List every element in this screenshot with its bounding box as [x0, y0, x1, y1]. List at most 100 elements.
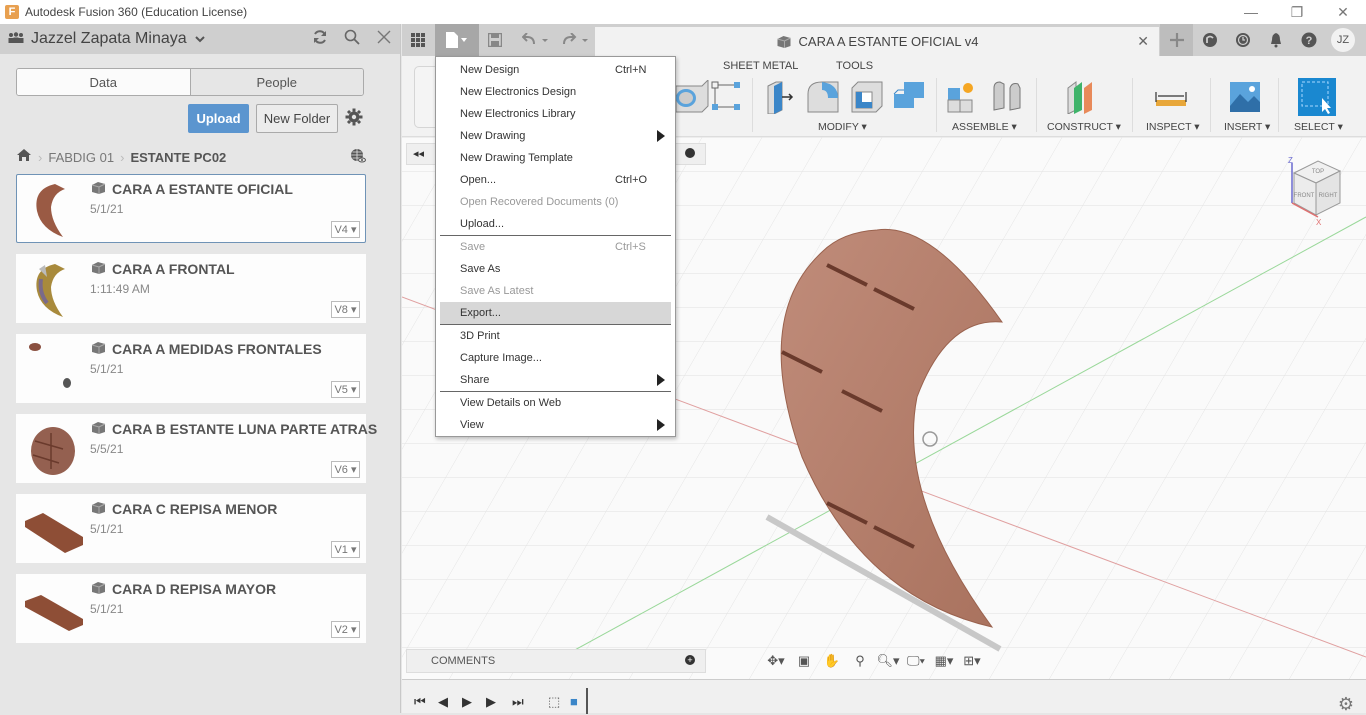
inspect-group-label[interactable]: INSPECT ▾: [1146, 121, 1200, 133]
go-to-end-icon[interactable]: ⏭: [512, 694, 524, 710]
press-pull-icon[interactable]: [764, 80, 798, 114]
add-comment-icon[interactable]: +: [685, 655, 695, 665]
hole-tool-icon[interactable]: [676, 80, 710, 114]
version-dropdown[interactable]: V1 ▾: [331, 541, 360, 558]
fit-icon[interactable]: 🔍︎▾: [876, 653, 900, 669]
comments-panel[interactable]: COMMENTS +: [406, 649, 706, 673]
menu-item-new-drawing-template[interactable]: New Drawing Template: [436, 147, 675, 169]
minimize-button[interactable]: —: [1228, 0, 1274, 24]
joint-icon[interactable]: [990, 80, 1024, 114]
shell-icon[interactable]: [850, 80, 884, 114]
new-component-icon[interactable]: [946, 80, 980, 114]
notifications-bell-icon[interactable]: [1259, 24, 1292, 56]
menu-item-view[interactable]: View: [436, 414, 675, 436]
file-card[interactable]: CARA A ESTANTE OFICIAL 5/1/21 V4 ▾: [16, 174, 366, 243]
chevron-down-icon[interactable]: [194, 32, 205, 46]
menu-item-3d-print[interactable]: 3D Print: [436, 325, 675, 347]
display-settings-icon[interactable]: 🖵▾: [904, 653, 928, 669]
offset-plane-icon[interactable]: [1064, 80, 1098, 114]
file-menu-button[interactable]: [435, 24, 479, 56]
menu-item-export[interactable]: Export...: [440, 302, 671, 324]
tab-people[interactable]: People: [190, 69, 363, 95]
version-dropdown[interactable]: V4 ▾: [331, 221, 360, 238]
collapse-arrows-icon[interactable]: ◂◂: [413, 147, 424, 160]
viewcube-front-label[interactable]: FRONT: [1294, 193, 1315, 199]
job-status-clock-icon[interactable]: [1226, 24, 1259, 56]
step-forward-icon[interactable]: ▶: [486, 694, 496, 710]
refresh-icon[interactable]: [310, 29, 330, 50]
look-at-icon[interactable]: ▣: [792, 653, 816, 669]
save-icon[interactable]: [484, 24, 506, 56]
version-dropdown[interactable]: V5 ▾: [331, 381, 360, 398]
insert-image-icon[interactable]: [1228, 80, 1262, 114]
new-folder-button[interactable]: New Folder: [256, 104, 338, 133]
zoom-icon[interactable]: ⚲: [848, 653, 872, 669]
file-card[interactable]: CARA D REPISA MAYOR 5/1/21 V2 ▾: [16, 574, 366, 643]
construct-group-label[interactable]: CONSTRUCT ▾: [1047, 121, 1121, 133]
timeline-extrude-icon[interactable]: ■: [570, 694, 578, 709]
menu-item-new-design[interactable]: New Design Ctrl+N: [436, 59, 675, 81]
undo-icon[interactable]: [520, 24, 552, 56]
help-icon[interactable]: ?: [1292, 24, 1325, 56]
assemble-group-label[interactable]: ASSEMBLE ▾: [952, 121, 1017, 133]
select-tool-icon[interactable]: [1298, 78, 1336, 116]
data-panel-grid-icon[interactable]: [402, 24, 434, 56]
upload-button[interactable]: Upload: [188, 104, 249, 133]
timeline-settings-gear-icon[interactable]: ⚙: [1338, 694, 1354, 715]
fillet-icon[interactable]: [806, 80, 840, 114]
modify-group-label[interactable]: MODIFY ▾: [818, 121, 867, 133]
play-icon[interactable]: ▶: [462, 694, 472, 710]
menu-item-new-electronics-library[interactable]: New Electronics Library: [436, 103, 675, 125]
globe-view-icon[interactable]: [350, 148, 366, 168]
minus-circle-icon[interactable]: [685, 148, 695, 158]
menu-item-save-as[interactable]: Save As: [436, 258, 675, 280]
timeline-marker[interactable]: [586, 688, 588, 714]
home-icon[interactable]: [16, 148, 32, 166]
breadcrumb-item-project[interactable]: FABDIG 01: [48, 150, 114, 165]
new-tab-plus-icon[interactable]: [1160, 24, 1193, 56]
file-card[interactable]: CARA C REPISA MENOR 5/1/21 V1 ▾: [16, 494, 366, 563]
menu-item-upload[interactable]: Upload...: [436, 213, 675, 235]
step-back-icon[interactable]: ◀: [438, 694, 448, 710]
menu-item-view-details-web[interactable]: View Details on Web: [436, 392, 675, 414]
document-tab[interactable]: CARA A ESTANTE OFICIAL v4 ✕: [595, 27, 1159, 56]
tab-sheet-metal[interactable]: SHEET METAL: [723, 60, 798, 72]
combine-icon[interactable]: [892, 80, 926, 114]
menu-item-new-drawing[interactable]: New Drawing: [436, 125, 675, 147]
menu-item-new-electronics-design[interactable]: New Electronics Design: [436, 81, 675, 103]
viewcube-right-label[interactable]: RIGHT: [1319, 193, 1338, 199]
settings-gear-icon[interactable]: [344, 108, 364, 128]
sketch-constraints-icon[interactable]: [710, 80, 744, 114]
insert-group-label[interactable]: INSERT ▾: [1224, 121, 1270, 133]
user-avatar[interactable]: JZ: [1331, 28, 1355, 52]
tab-data[interactable]: Data: [17, 69, 191, 95]
close-tab-icon[interactable]: ✕: [1137, 33, 1149, 50]
restore-button[interactable]: ❐: [1274, 0, 1320, 24]
menu-item-share[interactable]: Share: [436, 369, 675, 391]
menu-item-capture-image[interactable]: Capture Image...: [436, 347, 675, 369]
orbit-icon[interactable]: ✥▾: [764, 653, 788, 669]
version-dropdown[interactable]: V8 ▾: [331, 301, 360, 318]
search-icon[interactable]: [342, 29, 362, 50]
version-dropdown[interactable]: V6 ▾: [331, 461, 360, 478]
file-card[interactable]: CARA A FRONTAL 1:11:49 AM V8 ▾: [16, 254, 366, 323]
file-card[interactable]: CARA A MEDIDAS FRONTALES 5/1/21 V5 ▾: [16, 334, 366, 403]
grid-settings-icon[interactable]: ▦▾: [932, 653, 956, 669]
tab-tools[interactable]: TOOLS: [836, 60, 873, 72]
go-to-start-icon[interactable]: ⏮: [414, 694, 426, 710]
select-group-label[interactable]: SELECT ▾: [1294, 121, 1343, 133]
pan-hand-icon[interactable]: ✋: [820, 653, 844, 669]
version-dropdown[interactable]: V2 ▾: [331, 621, 360, 638]
redo-icon[interactable]: [560, 24, 592, 56]
file-card[interactable]: CARA B ESTANTE LUNA PARTE ATRAS 5/5/21 V…: [16, 414, 377, 483]
timeline-sketch-icon[interactable]: ⬚: [548, 694, 560, 710]
viewports-icon[interactable]: ⊞▾: [960, 653, 984, 669]
measure-icon[interactable]: [1154, 80, 1188, 114]
viewcube[interactable]: TOP FRONT RIGHT Z X: [1278, 153, 1348, 227]
viewcube-top-label[interactable]: TOP: [1312, 169, 1324, 175]
close-panel-icon[interactable]: [374, 30, 394, 49]
extensions-icon[interactable]: [1193, 24, 1226, 56]
user-name-dropdown[interactable]: Jazzel Zapata Minaya: [31, 30, 187, 48]
menu-item-open[interactable]: Open... Ctrl+O: [436, 169, 675, 191]
close-window-button[interactable]: ✕: [1320, 0, 1366, 24]
